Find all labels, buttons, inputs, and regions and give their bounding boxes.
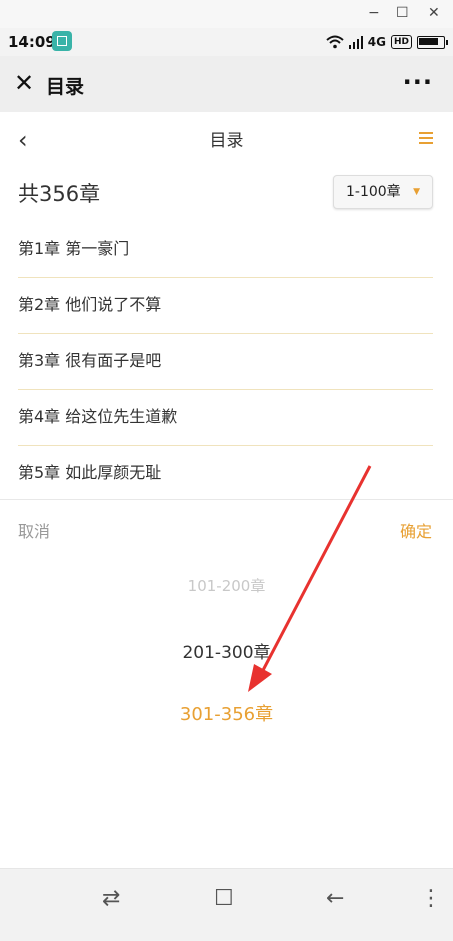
range-select[interactable]: 1-100章 ▼ bbox=[333, 175, 433, 209]
catalog-page: ‹ 目录 共356章 1-100章 ▼ 第1章 第一豪门 第2章 他们说了不算 … bbox=[0, 112, 453, 502]
screenshot-icon bbox=[52, 31, 72, 51]
minimize-icon[interactable]: − bbox=[368, 4, 380, 22]
picker-option[interactable]: 101-200章 bbox=[0, 575, 453, 596]
back-nav-icon[interactable]: ← bbox=[326, 887, 344, 911]
picker-option[interactable]: 201-300章 bbox=[0, 638, 453, 663]
battery-icon bbox=[417, 35, 448, 49]
chapter-item[interactable]: 第3章 很有面子是吧 bbox=[18, 334, 433, 390]
wechat-header: ✕ 目录 ··· bbox=[0, 56, 453, 112]
signal-icon bbox=[348, 35, 363, 49]
confirm-button[interactable]: 确定 bbox=[400, 518, 432, 542]
system-nav-bar: ⇄ ☐ ← ⋮ bbox=[0, 868, 453, 941]
hd-badge: HD bbox=[390, 35, 412, 49]
more-icon[interactable]: ··· bbox=[403, 68, 433, 96]
window-titlebar: − ☐ ✕ bbox=[0, 0, 453, 28]
total-chapters: 共356章 bbox=[18, 182, 101, 206]
status-indicators: 4G HD bbox=[326, 32, 448, 52]
range-picker: 取消 确定 101-200章 201-300章 301-356章 bbox=[0, 499, 453, 869]
cancel-button[interactable]: 取消 bbox=[18, 518, 50, 542]
switch-icon[interactable]: ⇄ bbox=[102, 887, 120, 911]
caret-down-icon: ▼ bbox=[413, 187, 420, 197]
chapter-list: 第1章 第一豪门 第2章 他们说了不算 第3章 很有面子是吧 第4章 给这位先生… bbox=[18, 222, 433, 502]
status-time: 14:09 bbox=[8, 33, 56, 51]
home-icon[interactable]: ☐ bbox=[214, 887, 234, 911]
picker-option-selected[interactable]: 301-356章 bbox=[0, 700, 453, 726]
wifi-icon bbox=[326, 35, 344, 49]
page-title: 目录 bbox=[209, 131, 244, 151]
range-select-value: 1-100章 bbox=[346, 184, 401, 200]
maximize-icon[interactable]: ☐ bbox=[396, 4, 409, 22]
menu-icon[interactable] bbox=[419, 132, 433, 147]
close-window-icon[interactable]: ✕ bbox=[428, 4, 440, 22]
chapter-item[interactable]: 第5章 如此厚颜无耻 bbox=[18, 446, 433, 502]
chapter-item[interactable]: 第2章 他们说了不算 bbox=[18, 278, 433, 334]
chapter-item[interactable]: 第4章 给这位先生道歉 bbox=[18, 390, 433, 446]
status-bar: 14:09 4G HD bbox=[0, 28, 453, 56]
wechat-title: 目录 bbox=[46, 76, 85, 98]
menu-dots-icon[interactable]: ⋮ bbox=[420, 887, 442, 911]
network-type: 4G bbox=[367, 35, 386, 49]
close-icon[interactable]: ✕ bbox=[14, 71, 34, 95]
chapter-item[interactable]: 第1章 第一豪门 bbox=[18, 222, 433, 278]
